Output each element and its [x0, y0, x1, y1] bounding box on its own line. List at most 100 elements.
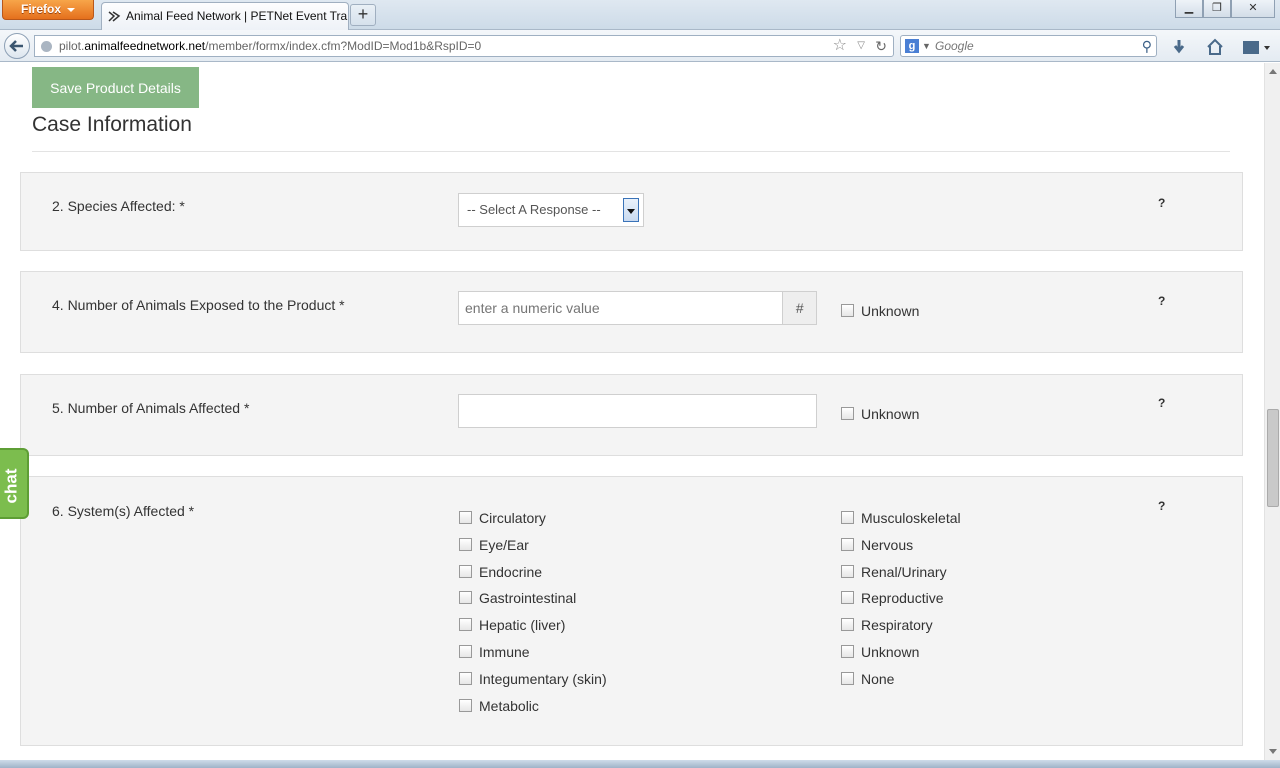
unknown-checkbox[interactable] — [841, 407, 854, 420]
animals-exposed-input[interactable] — [458, 291, 783, 325]
home-icon[interactable] — [1206, 38, 1224, 56]
checkbox-label: Immune — [479, 644, 530, 660]
system-checkbox[interactable] — [841, 618, 854, 632]
system-checkbox-row[interactable]: Metabolic — [459, 698, 539, 716]
close-window-button[interactable]: ✕ — [1231, 0, 1275, 18]
scroll-thumb[interactable] — [1267, 409, 1279, 507]
system-checkbox-row[interactable]: Hepatic (liver) — [459, 617, 565, 635]
divider — [32, 151, 1230, 152]
save-product-details-button[interactable]: Save Product Details — [32, 67, 199, 108]
dropdown-arrow-icon[interactable]: ▽ — [857, 36, 865, 56]
system-checkbox[interactable] — [841, 671, 854, 685]
help-icon[interactable]: ? — [1158, 499, 1165, 513]
system-checkbox-row[interactable]: Circulatory — [459, 510, 546, 528]
question-label: 6. System(s) Affected * — [52, 503, 195, 519]
system-checkbox[interactable] — [459, 645, 472, 658]
google-logo-icon: g — [905, 39, 919, 53]
system-checkbox[interactable] — [459, 591, 472, 605]
system-checkbox-row[interactable]: Renal/Urinary — [841, 564, 947, 582]
back-arrow-icon — [9, 40, 23, 52]
restore-button[interactable]: ❐ — [1203, 0, 1231, 18]
checkbox-label: Unknown — [861, 644, 920, 660]
question-species-affected: 2. Species Affected: * -- Select A Respo… — [20, 172, 1243, 251]
species-select[interactable]: -- Select A Response -- — [458, 193, 644, 227]
url-host: animalfeednetwork.net — [84, 39, 206, 53]
system-checkbox-row[interactable]: None — [841, 671, 894, 689]
system-checkbox-row[interactable]: Reproductive — [841, 590, 944, 608]
question-systems-affected: 6. System(s) Affected * ? Circulatory Eye… — [20, 476, 1243, 746]
checkbox-label: Nervous — [861, 536, 914, 553]
page-content: Save Product Details Case Information 2.… — [0, 63, 1264, 760]
checkbox-label: Eye/Ear — [479, 536, 529, 553]
checkbox-label: Integumentary (skin) — [479, 670, 607, 687]
system-checkbox-row[interactable]: Integumentary (skin) — [459, 671, 607, 689]
checkbox-label: Gastrointestinal — [479, 590, 577, 607]
numeric-addon: # — [782, 291, 817, 325]
firefox-menu-button[interactable]: Firefox — [2, 0, 94, 20]
system-checkbox[interactable] — [459, 618, 472, 632]
system-checkbox[interactable] — [841, 537, 854, 551]
browser-tab[interactable]: Animal Feed Network | PETNet Event Tra..… — [101, 2, 349, 30]
unknown-checkbox-row[interactable]: Unknown — [841, 406, 919, 424]
new-tab-button[interactable]: + — [350, 4, 376, 26]
system-checkbox-row[interactable]: Endocrine — [459, 564, 542, 582]
question-label: 5. Number of Animals Affected * — [52, 400, 250, 416]
question-animals-exposed: 4. Number of Animals Exposed to the Prod… — [20, 271, 1243, 353]
checkbox-label: Unknown — [861, 303, 920, 319]
unknown-checkbox-row[interactable]: Unknown — [841, 303, 919, 321]
help-icon[interactable]: ? — [1158, 196, 1165, 210]
download-icon[interactable] — [1170, 38, 1188, 56]
system-checkbox[interactable] — [841, 564, 854, 578]
system-checkbox[interactable] — [459, 698, 472, 712]
system-checkbox-row[interactable]: Unknown — [841, 644, 919, 662]
reload-icon[interactable]: ↻ — [875, 36, 887, 56]
checkbox-label: Respiratory — [861, 617, 933, 634]
back-button[interactable] — [4, 33, 30, 59]
system-checkbox[interactable] — [459, 537, 472, 551]
question-animals-affected: 5. Number of Animals Affected * Unknown … — [20, 374, 1243, 456]
animals-affected-input[interactable] — [458, 394, 817, 428]
search-icon[interactable]: ⚲ — [1142, 36, 1152, 56]
help-icon[interactable]: ? — [1158, 294, 1165, 308]
taskbar — [0, 760, 1280, 768]
unknown-checkbox[interactable] — [841, 304, 854, 317]
vertical-scrollbar[interactable] — [1264, 63, 1280, 760]
system-checkbox-row[interactable]: Respiratory — [841, 617, 933, 635]
system-checkbox[interactable] — [459, 564, 472, 578]
url-bar[interactable]: pilot.animalfeednetwork.net/member/formx… — [34, 35, 894, 57]
system-checkbox[interactable] — [841, 645, 854, 658]
select-value: -- Select A Response -- — [467, 202, 601, 217]
checkbox-label: Reproductive — [861, 590, 944, 607]
checkbox-label: Endocrine — [479, 563, 543, 580]
system-checkbox[interactable] — [459, 671, 472, 685]
system-checkbox-row[interactable]: Nervous — [841, 537, 913, 555]
site-favicon-icon — [108, 11, 121, 22]
title-bar: Firefox Animal Feed Network | PETNet Eve… — [0, 0, 1280, 30]
globe-icon — [41, 41, 52, 52]
question-label: 4. Number of Animals Exposed to the Prod… — [52, 297, 345, 313]
system-checkbox-row[interactable]: Gastrointestinal — [459, 590, 576, 608]
system-checkbox-row[interactable]: Immune — [459, 644, 530, 662]
url-path: /member/formx/index.cfm?ModID=Mod1b&RspI… — [205, 39, 482, 53]
system-checkbox-row[interactable]: Musculoskeletal — [841, 510, 961, 528]
scroll-down-icon[interactable] — [1269, 749, 1277, 754]
system-checkbox-row[interactable]: Eye/Ear — [459, 537, 529, 555]
bookmark-star-icon[interactable]: ☆ — [833, 36, 847, 56]
system-checkbox[interactable] — [459, 511, 472, 524]
checkbox-label: Musculoskeletal — [861, 510, 961, 526]
question-label: 2. Species Affected: * — [52, 198, 185, 214]
bookmarks-menu-icon[interactable] — [1242, 38, 1272, 56]
search-placeholder: Google — [935, 39, 974, 53]
search-engine-dropdown-icon[interactable]: ▼ — [922, 36, 931, 56]
chevron-down-icon — [67, 8, 75, 12]
chevron-down-icon[interactable] — [623, 198, 639, 222]
system-checkbox[interactable] — [841, 591, 854, 605]
checkbox-label: None — [861, 670, 895, 687]
chat-tab[interactable]: chat — [0, 448, 29, 519]
help-icon[interactable]: ? — [1158, 396, 1165, 410]
scroll-up-icon[interactable] — [1269, 69, 1277, 74]
search-bar[interactable]: g ▼ Google ⚲ — [900, 35, 1157, 57]
system-checkbox[interactable] — [841, 511, 854, 524]
minimize-button[interactable]: ▁ — [1175, 0, 1203, 18]
checkbox-label: Unknown — [861, 406, 920, 422]
